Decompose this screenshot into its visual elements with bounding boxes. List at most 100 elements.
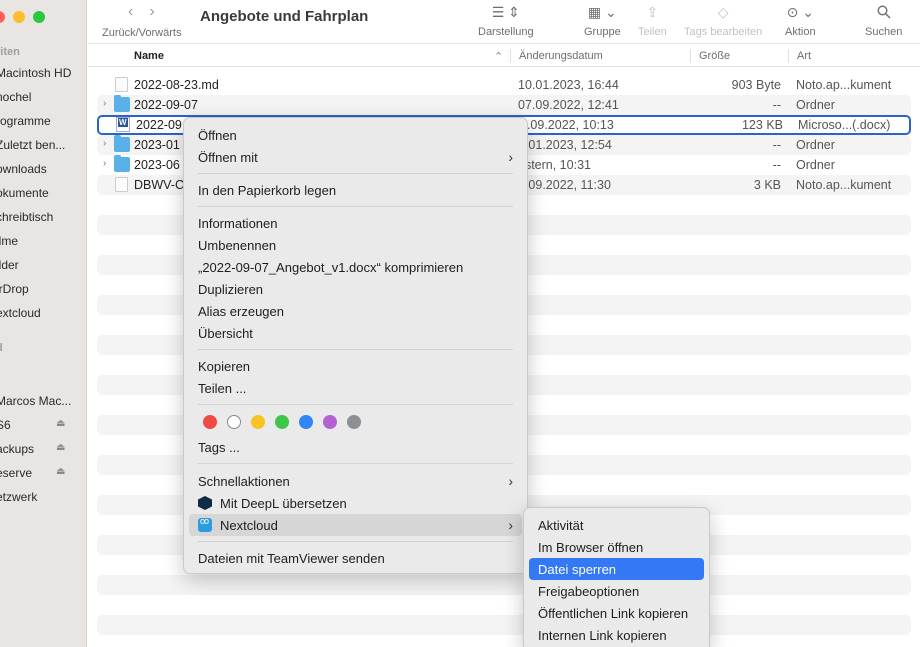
- submenu-item-sharing-options[interactable]: Freigabeoptionen: [529, 580, 704, 602]
- submenu-item-lock-file[interactable]: Datei sperren: [529, 558, 704, 580]
- menu-item-open[interactable]: Öffnen: [189, 124, 522, 146]
- sidebar-item-movies[interactable]: ilme: [0, 234, 18, 248]
- forward-chevron-icon[interactable]: ›: [149, 3, 154, 21]
- submenu-item-copy-public-link[interactable]: Öffentlichen Link kopieren: [529, 602, 704, 624]
- column-divider[interactable]: [788, 49, 789, 63]
- window-controls: [0, 11, 45, 23]
- submenu-item-activity[interactable]: Aktivität: [529, 514, 704, 536]
- column-divider[interactable]: [510, 49, 511, 63]
- sidebar-section-favorites: riten: [0, 46, 20, 58]
- tag-blue-dot[interactable]: [299, 415, 313, 429]
- chevron-right-icon: ›: [508, 517, 513, 533]
- empty-row: [97, 575, 911, 595]
- sidebar-item-macintosh-hd[interactable]: Macintosh HD: [0, 66, 71, 80]
- minimize-window-button[interactable]: [13, 11, 25, 23]
- column-header-date[interactable]: Änderungsdatum: [519, 50, 603, 62]
- folder-icon: [114, 155, 130, 172]
- chevron-right-icon: ›: [508, 149, 513, 165]
- table-row[interactable]: › 2022-09-07 07.09.2022, 12:41 -- Ordner: [97, 95, 911, 115]
- close-window-button[interactable]: [0, 11, 5, 23]
- menu-item-tags[interactable]: Tags ...: [189, 436, 522, 458]
- word-document-icon: [116, 117, 130, 132]
- column-divider[interactable]: [690, 49, 691, 63]
- menu-item-copy[interactable]: Kopieren: [189, 355, 522, 377]
- sidebar-item-volume-s6[interactable]: S6: [0, 418, 11, 432]
- column-header-kind[interactable]: Art: [797, 50, 811, 62]
- tag-yellow-dot[interactable]: [251, 415, 265, 429]
- eject-icon[interactable]: ⏏: [56, 418, 65, 429]
- column-header-name[interactable]: Name: [134, 50, 164, 62]
- menu-item-compress[interactable]: „2022-09-07_Angebot_v1.docx“ komprimiere…: [189, 256, 522, 278]
- tag-green-dot[interactable]: [275, 415, 289, 429]
- sidebar-item-applications[interactable]: rogramme: [0, 114, 51, 128]
- tag-gray-dot[interactable]: [347, 415, 361, 429]
- view-button[interactable]: ☰ ⇕ Darstellung: [478, 0, 534, 39]
- disclosure-chevron-icon[interactable]: ›: [103, 98, 106, 109]
- disclosure-chevron-icon[interactable]: ›: [103, 138, 106, 149]
- menu-item-open-with[interactable]: Öffnen mit ›: [189, 146, 522, 168]
- window-title: Angebote und Fahrplan: [200, 8, 369, 25]
- document-icon: [115, 177, 128, 192]
- menu-item-teamviewer-send[interactable]: Dateien mit TeamViewer senden: [189, 547, 522, 569]
- tag-purple-dot[interactable]: [323, 415, 337, 429]
- menu-divider: [198, 541, 513, 542]
- menu-item-nextcloud[interactable]: Nextcloud›: [189, 514, 522, 536]
- menu-item-quick-actions[interactable]: Schnellaktionen ›: [189, 470, 522, 492]
- group-button[interactable]: ▦ ⌄ Gruppe: [584, 0, 621, 39]
- ellipsis-circle-icon: ⊙ ⌄: [786, 3, 814, 20]
- sidebar-item-computer[interactable]: Marcos Mac...: [0, 394, 71, 408]
- sort-chevron-icon[interactable]: ⌃: [494, 50, 503, 63]
- eject-icon[interactable]: ⏏: [56, 466, 65, 477]
- share-icon: ⇪: [646, 3, 659, 20]
- nextcloud-submenu: Aktivität Im Browser öffnen Datei sperre…: [523, 507, 710, 647]
- sidebar: riten Macintosh HD nochel rogramme Zulet…: [0, 0, 87, 647]
- sidebar-item-home[interactable]: nochel: [0, 90, 31, 104]
- back-chevron-icon[interactable]: ‹: [128, 3, 133, 21]
- menu-divider: [198, 404, 513, 405]
- menu-divider: [198, 463, 513, 464]
- tag-none-dot[interactable]: [227, 415, 241, 429]
- sidebar-item-network[interactable]: etzwerk: [0, 490, 37, 504]
- table-row[interactable]: 2022-08-23.md 10.01.2023, 16:44 903 Byte…: [97, 75, 911, 95]
- list-view-icon: ☰ ⇕: [491, 3, 520, 20]
- sidebar-item-desktop[interactable]: chreibtisch: [0, 210, 53, 224]
- column-headers: Name ⌃ Änderungsdatum Größe Art: [88, 45, 920, 67]
- submenu-item-copy-internal-link[interactable]: Internen Link kopieren: [529, 624, 704, 646]
- menu-divider: [198, 206, 513, 207]
- sidebar-item-airdrop[interactable]: irDrop: [0, 282, 29, 296]
- menu-item-quick-look[interactable]: Übersicht: [189, 322, 522, 344]
- sidebar-item-nextcloud[interactable]: extcloud: [0, 306, 41, 320]
- chevron-right-icon: ›: [508, 473, 513, 489]
- context-menu: Öffnen Öffnen mit › In den Papierkorb leg…: [183, 117, 528, 574]
- search-button[interactable]: Suchen: [865, 0, 902, 38]
- menu-divider: [198, 349, 513, 350]
- document-icon: [115, 77, 128, 92]
- zoom-window-button[interactable]: [33, 11, 45, 23]
- sidebar-item-backups[interactable]: ackups: [0, 442, 34, 456]
- sidebar-item-reserve[interactable]: eserve: [0, 466, 32, 480]
- menu-item-share[interactable]: Teilen ...: [189, 377, 522, 399]
- submenu-item-open-in-browser[interactable]: Im Browser öffnen: [529, 536, 704, 558]
- nextcloud-icon: [198, 516, 212, 532]
- menu-item-make-alias[interactable]: Alias erzeugen: [189, 300, 522, 322]
- eject-icon[interactable]: ⏏: [56, 442, 65, 453]
- menu-item-deepl-translate[interactable]: Mit DeepL übersetzen: [189, 492, 522, 514]
- sidebar-item-recents[interactable]: Zuletzt ben...: [0, 138, 65, 152]
- action-button[interactable]: ⊙ ⌄ Aktion: [785, 0, 816, 39]
- column-header-size[interactable]: Größe: [699, 50, 730, 62]
- disclosure-chevron-icon[interactable]: ›: [103, 158, 106, 169]
- menu-item-move-to-trash[interactable]: In den Papierkorb legen: [189, 179, 522, 201]
- edit-tags-button[interactable]: ◇ Tags bearbeiten: [684, 0, 762, 39]
- folder-icon: [114, 95, 130, 112]
- tag-red-dot[interactable]: [203, 415, 217, 429]
- menu-item-duplicate[interactable]: Duplizieren: [189, 278, 522, 300]
- tag-icon: ◇: [717, 3, 729, 20]
- sidebar-item-downloads[interactable]: ownloads: [0, 162, 47, 176]
- group-grid-icon: ▦ ⌄: [587, 3, 617, 20]
- share-button[interactable]: ⇪ Teilen: [638, 0, 667, 39]
- sidebar-item-documents[interactable]: okumente: [0, 186, 49, 200]
- menu-item-rename[interactable]: Umbenennen: [189, 234, 522, 256]
- sidebar-item-pictures[interactable]: ilder: [0, 258, 19, 272]
- nav-buttons: ‹ ›: [128, 3, 155, 21]
- menu-item-get-info[interactable]: Informationen: [189, 212, 522, 234]
